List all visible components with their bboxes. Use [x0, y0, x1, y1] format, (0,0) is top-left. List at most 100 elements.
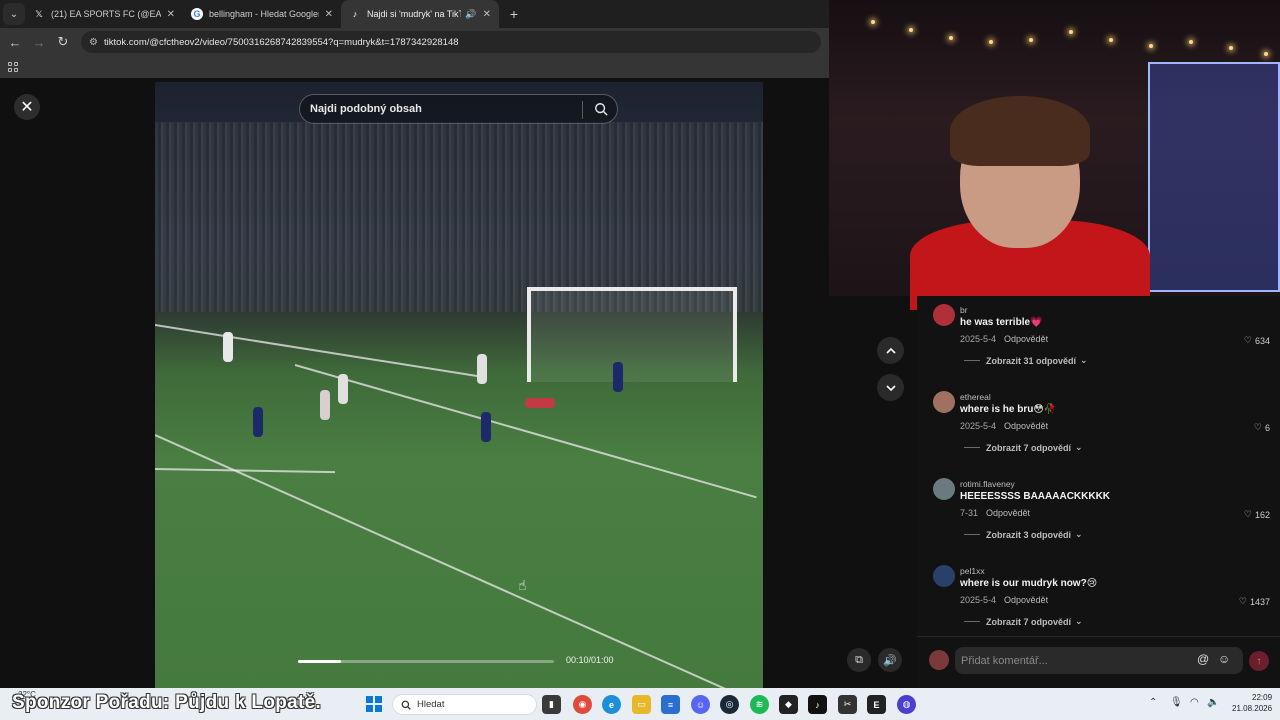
player — [481, 412, 491, 442]
like-button[interactable]: ♡ 1437 — [1239, 596, 1270, 607]
player — [338, 374, 348, 404]
clock-date: 21.08.2026 — [1232, 704, 1273, 713]
pitch-line — [294, 364, 757, 499]
chevron-up-icon[interactable]: ⌃ — [1149, 697, 1157, 708]
steam-icon[interactable]: ◎ — [720, 695, 739, 714]
back-button[interactable]: ← — [3, 30, 27, 54]
chevron-down-icon: ⌄ — [1075, 442, 1083, 452]
chevron-down-icon: ⌄ — [1080, 355, 1088, 365]
comment-date: 2025-5-4 — [960, 595, 997, 605]
tab-google-search[interactable]: G bellingham - Hledat Googlem ✕ — [183, 0, 341, 28]
volume-button[interactable]: 🔊 — [878, 648, 902, 672]
goal-frame — [527, 287, 737, 382]
close-icon: ✕ — [20, 99, 34, 116]
discord-icon[interactable]: ☺ — [691, 695, 710, 714]
tab-search-button[interactable]: ⌄ — [3, 3, 25, 25]
view-replies-label: Zobrazit 3 odpovědi — [986, 529, 1072, 540]
x-logo-icon: 𝕏 — [35, 8, 43, 19]
site-info-icon[interactable]: ⚙ — [89, 37, 98, 48]
mention-icon[interactable]: @ — [1197, 652, 1209, 666]
like-button[interactable]: ♡ 634 — [1244, 335, 1270, 346]
like-count: 6 — [1264, 422, 1270, 433]
sponsor-overlay-text: Sponzor Pořadu: Půjdu k Lopatě. — [12, 692, 322, 713]
previous-video-button[interactable] — [877, 337, 904, 364]
microphone-icon[interactable]: 🎙 — [1170, 697, 1183, 708]
close-tab-icon[interactable]: ✕ — [325, 9, 333, 20]
like-button[interactable]: ♡ 162 — [1244, 509, 1270, 520]
chrome-icon[interactable]: ◉ — [573, 695, 592, 714]
tab-title: Najdi si 'mudryk' na TikToku — [367, 9, 462, 19]
comment-username[interactable]: pel1xx — [960, 566, 985, 576]
app-icon[interactable]: ◆ — [779, 695, 798, 714]
wifi-icon[interactable]: ◠ — [1190, 697, 1199, 708]
system-clock[interactable]: 22:09 21.08.2026 — [1232, 692, 1272, 714]
player — [320, 390, 330, 420]
close-tab-icon[interactable]: ✕ — [483, 9, 491, 20]
avatar[interactable] — [933, 304, 955, 326]
comment-username[interactable]: br — [960, 305, 968, 315]
picture-in-picture-button[interactable]: ⧉ — [847, 648, 871, 672]
comment-placeholder: Přidat komentář... — [961, 654, 1048, 667]
new-tab-button[interactable]: + — [503, 3, 525, 25]
search-icon[interactable] — [594, 102, 608, 116]
comment-username[interactable]: ethereal — [960, 392, 991, 402]
emoji-icon[interactable]: ☺ — [1218, 652, 1230, 666]
similar-content-search-input[interactable]: Najdi podobný obsah — [299, 94, 618, 124]
like-count: 1437 — [1249, 596, 1270, 607]
tab-strip: ⌄ 𝕏 (21) EA SPORTS FC (@EASPORTSFC) ✕ G … — [0, 0, 830, 28]
arrow-up-icon: ↑ — [1256, 655, 1262, 667]
search-divider — [582, 101, 583, 119]
tiktok-app-icon[interactable]: ♪ — [808, 695, 827, 714]
tab-tiktok[interactable]: ♪ Najdi si 'mudryk' na TikToku 🔊 ✕ — [341, 0, 499, 28]
capcut-icon[interactable]: ✂ — [838, 695, 857, 714]
comments-panel: br he was terrible💗 2025-5-4 Odpovědět ♡ 6… — [917, 296, 1280, 688]
video-player[interactable] — [155, 82, 763, 688]
speaker-icon[interactable]: 🔈 — [1207, 697, 1219, 708]
next-video-button[interactable] — [877, 374, 904, 401]
comment-date: 7-31 — [960, 508, 979, 518]
comment-text: HEEEESSSS BAAAAACKKKKK — [960, 491, 1111, 502]
stadium-crowd — [155, 122, 763, 312]
obs-icon[interactable]: ◍ — [897, 695, 916, 714]
notepad-icon[interactable]: ≡ — [661, 695, 680, 714]
spotify-icon[interactable]: ≋ — [750, 695, 769, 714]
like-button[interactable]: ♡ 6 — [1254, 422, 1270, 433]
edge-icon[interactable]: e — [602, 695, 621, 714]
reply-button[interactable]: Odpovědět — [1004, 334, 1048, 344]
avatar[interactable] — [933, 565, 955, 587]
comment-username[interactable]: rotimi.flaveney — [960, 479, 1015, 489]
forward-button[interactable]: → — [27, 30, 51, 54]
like-count: 162 — [1254, 509, 1270, 520]
windows-start-icon[interactable] — [366, 696, 382, 712]
taskbar-search-input[interactable]: Hledat — [392, 694, 537, 715]
comment-text: where is our mudryk now?😢 — [960, 578, 1098, 589]
epic-games-icon[interactable]: E — [867, 695, 886, 714]
post-comment-button[interactable]: ↑ — [1249, 651, 1269, 671]
player — [613, 362, 623, 392]
reply-button[interactable]: Odpovědět — [1004, 421, 1048, 431]
pitch-line — [155, 468, 335, 474]
close-tab-icon[interactable]: ✕ — [167, 9, 175, 20]
view-replies-button[interactable]: Zobrazit 31 odpovědí ⌄ — [964, 355, 1088, 366]
tab-ea-sports[interactable]: 𝕏 (21) EA SPORTS FC (@EASPORTSFC) ✕ — [25, 0, 183, 28]
reply-button[interactable]: Odpovědět — [986, 508, 1030, 518]
task-view-icon[interactable]: ▮ — [542, 695, 561, 714]
view-replies-button[interactable]: Zobrazit 7 odpovědí ⌄ — [964, 442, 1083, 453]
reply-button[interactable]: Odpovědět — [1004, 595, 1048, 605]
pitch-line — [155, 434, 741, 688]
close-button[interactable]: ✕ — [14, 94, 40, 120]
view-replies-button[interactable]: Zobrazit 3 odpovědi ⌄ — [964, 529, 1083, 540]
file-explorer-icon[interactable]: ▭ — [632, 695, 651, 714]
speaker-icon[interactable]: 🔊 — [465, 9, 476, 20]
apps-grid-icon[interactable] — [8, 62, 18, 72]
comment-text: where is he bru😳🥀 — [960, 404, 1057, 415]
avatar[interactable] — [933, 478, 955, 500]
player — [253, 407, 263, 437]
browser-toolbar: ← → ↻ ⚙ tiktok.com/@cfctheov2/video/7500… — [0, 28, 830, 56]
address-bar[interactable]: ⚙ tiktok.com/@cfctheov2/video/7500316268… — [81, 31, 821, 53]
reload-button[interactable]: ↻ — [51, 30, 75, 54]
view-replies-button[interactable]: Zobrazit 7 odpovědí ⌄ — [964, 616, 1083, 627]
player — [477, 354, 487, 384]
avatar[interactable] — [933, 391, 955, 413]
tab-title: (21) EA SPORTS FC (@EASPORTSFC) — [51, 9, 161, 19]
